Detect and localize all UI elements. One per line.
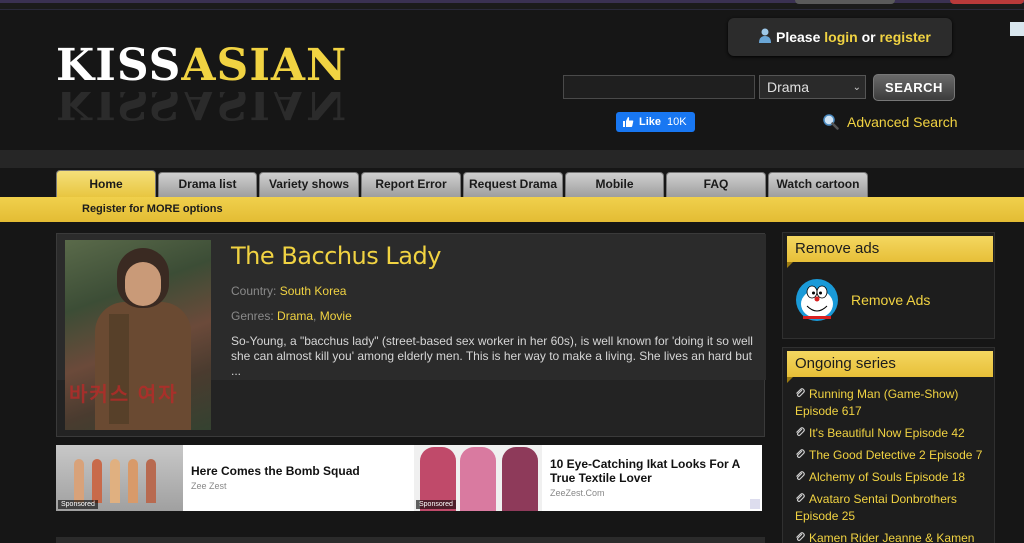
facebook-like-button[interactable]: Like 10K [616,112,695,132]
list-item[interactable]: The Good Detective 2 Episode 7 [795,447,990,464]
country-label: Country: [231,284,277,298]
logo-reflection: KISSASIAN [56,92,348,124]
top-pill [795,0,895,4]
ongoing-series-heading: Ongoing series [787,351,993,383]
search-button[interactable]: SEARCH [873,74,955,101]
site-header: KISSASIAN KISSASIAN Please login or regi… [0,10,1024,150]
like-count: 10K [667,116,687,128]
tab-variety-shows[interactable]: Variety shows [259,172,359,197]
drama-description: So-Young, a "bacchus lady" (street-based… [231,334,753,378]
login-please: Please [776,29,821,45]
poster-korean-title: 바커스 여자 [69,384,179,406]
paperclip-icon [796,493,805,503]
drama-genres: Genres: Drama, Movie [231,309,352,323]
country-link[interactable]: South Korea [280,284,347,298]
remove-ads-heading: Remove ads [787,236,993,268]
paperclip-icon [796,532,805,542]
genre-link-movie[interactable]: Movie [320,309,352,323]
paperclip-icon [796,471,805,481]
ad-image-1[interactable]: Sponsored [56,445,183,511]
logo-text-white: KISS [56,40,182,91]
tab-mobile[interactable]: Mobile [565,172,664,197]
login-link[interactable]: login [824,29,857,45]
logo-text-yellow: ASIAN [181,40,348,91]
featured-drama-card: 바커스 여자 The Bacchus Lady Country: South K… [56,233,766,437]
ad-source-1: Zee Zest [191,481,227,491]
next-section-edge [56,537,765,543]
ongoing-series-list: Running Man (Game-Show) Episode 617 It's… [795,386,990,543]
ad-info-icon[interactable] [750,499,760,509]
logo-text: KISSASIAN [56,40,371,92]
register-link[interactable]: register [879,29,930,45]
search-input[interactable] [563,75,755,99]
advanced-search-label: Advanced Search [847,113,958,130]
sponsored-tag-1: Sponsored [58,500,98,509]
tab-request-drama[interactable]: Request Drama [463,172,563,197]
remove-ads-link[interactable]: Remove Ads [795,278,930,322]
ongoing-series-box: Ongoing series Running Man (Game-Show) E… [782,347,995,543]
register-more-link[interactable]: Register for MORE options [82,203,223,215]
paperclip-icon [796,427,805,437]
ad-source-2: ZeeZest.Com [550,488,605,498]
chevron-down-icon: ⌄ [852,82,861,93]
main-nav: Home Drama list Variety shows Report Err… [0,168,1024,197]
adchoices-icon[interactable] [1010,22,1024,36]
like-label: Like [639,116,662,128]
genre-separator: , [313,309,317,323]
search-type-select[interactable]: Drama ⌄ [759,75,866,99]
magnifier-icon [823,114,839,130]
genres-label: Genres: [231,309,274,323]
list-item[interactable]: Alchemy of Souls Episode 18 [795,469,990,486]
drama-country: Country: South Korea [231,284,346,298]
search-type-value: Drama [767,79,810,95]
list-item[interactable]: Kamen Rider Jeanne & Kamen [795,530,990,543]
remove-ads-box: Remove ads Remove Ads [782,232,995,339]
browser-top-strip [0,0,1024,10]
login-text: Please login or register [776,29,931,45]
doraemon-icon [796,279,838,321]
kissasian-logo[interactable]: KISSASIAN KISSASIAN [56,40,371,140]
list-item[interactable]: Avataro Sentai Donbrothers Episode 25 [795,491,990,525]
login-box: Please login or register [728,18,952,56]
ad-title-2[interactable]: 10 Eye-Catching Ikat Looks For A True Te… [550,457,750,485]
remove-ads-label: Remove Ads [851,292,931,308]
paperclip-icon [796,449,805,459]
sub-nav-bar: Register for MORE options [0,197,1024,222]
ad-image-2[interactable]: Sponsored [414,445,542,511]
genre-link-drama[interactable]: Drama [277,309,313,323]
paperclip-icon [796,388,805,398]
user-icon [759,28,771,43]
tab-report-error[interactable]: Report Error [361,172,461,197]
ad-title-1[interactable]: Here Comes the Bomb Squad [191,464,401,478]
drama-poster[interactable]: 바커스 여자 [65,240,211,430]
top-pill-red [950,0,1024,4]
tab-watch-cartoon[interactable]: Watch cartoon [768,172,868,197]
drama-title[interactable]: The Bacchus Lady [231,242,441,270]
nav-band [0,150,1024,168]
tab-drama-list[interactable]: Drama list [158,172,257,197]
list-item[interactable]: It's Beautiful Now Episode 42 [795,425,990,442]
sponsored-ad-strip: Sponsored Here Comes the Bomb Squad Zee … [56,445,762,511]
sponsored-tag-2: Sponsored [416,500,456,509]
thumbs-up-icon [623,117,634,127]
login-or: or [861,29,876,45]
tab-faq[interactable]: FAQ [666,172,766,197]
list-item[interactable]: Running Man (Game-Show) Episode 617 [795,386,990,420]
tab-home[interactable]: Home [56,170,156,197]
advanced-search-link[interactable]: Advanced Search [822,113,958,130]
